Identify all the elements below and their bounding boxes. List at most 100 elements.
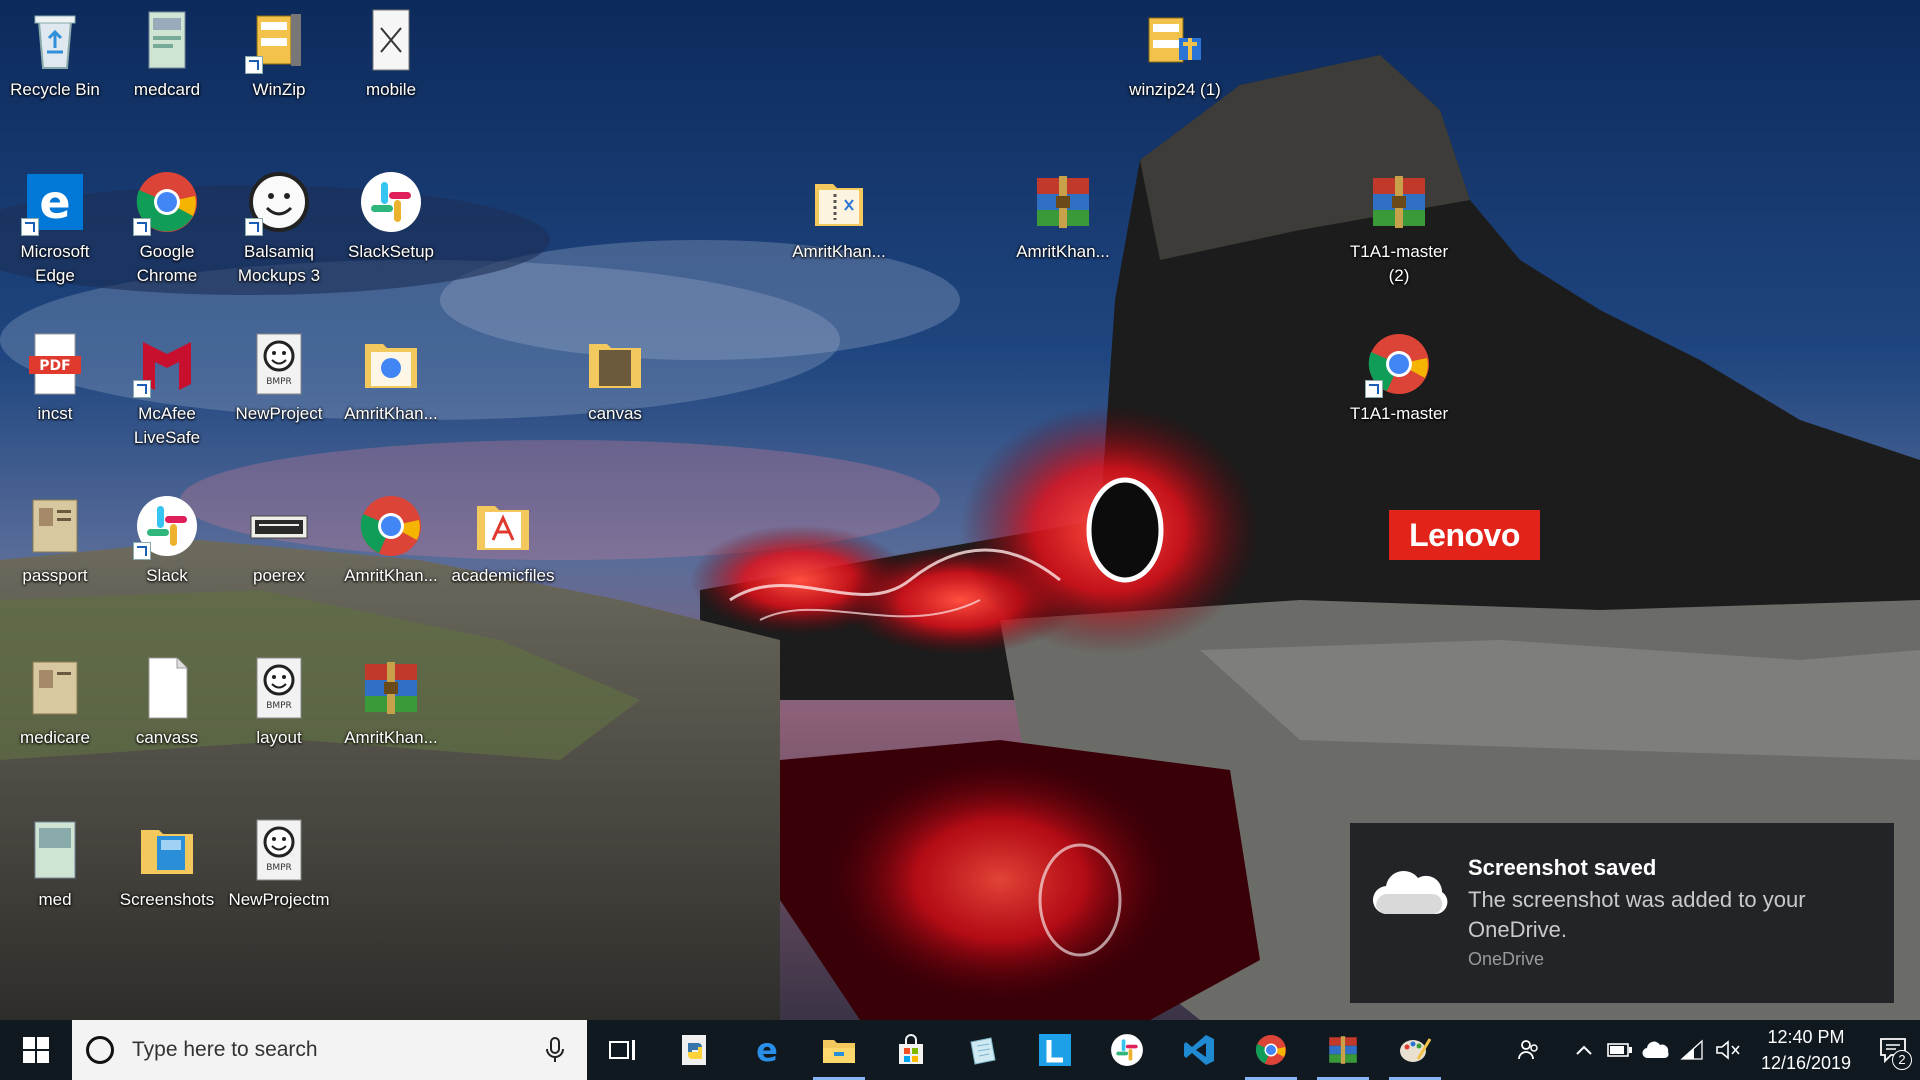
toast-app-name: OneDrive (1468, 949, 1545, 969)
search-placeholder: Type here to search (132, 1038, 318, 1061)
cortana-icon (86, 1036, 114, 1064)
paint-icon (1400, 1038, 1432, 1062)
folder-icon (583, 332, 647, 396)
desktop-icon-balsamiq[interactable]: Balsamiq Mockups 3 (224, 170, 334, 288)
task-view-button[interactable] (587, 1020, 659, 1080)
bmpr-file-icon: BMPR (247, 332, 311, 396)
python-icon (682, 1035, 706, 1065)
taskbar-file-explorer-button[interactable] (803, 1020, 875, 1080)
chrome-icon (1255, 1035, 1286, 1065)
desktop-icon-canvass[interactable]: canvass (112, 656, 222, 750)
desktop-icon-label: canvas (588, 404, 642, 423)
desktop-icon-t1a1-master[interactable]: T1A1-master (1344, 332, 1454, 426)
desktop-icon-label: SlackSetup (348, 242, 434, 261)
battery-icon[interactable] (1602, 1020, 1638, 1080)
image-file-icon (23, 494, 87, 558)
desktop-icon-mcafee[interactable]: McAfee LiveSafe (112, 332, 222, 450)
task-view-icon (609, 1040, 635, 1060)
pdf-file-icon: PDF (23, 332, 87, 396)
folder-icon (359, 332, 423, 396)
onedrive-toast-notification[interactable]: Screenshot saved The screenshot was adde… (1350, 823, 1894, 1003)
desktop-icon-label: Google Chrome (136, 242, 198, 285)
desktop-icon-label: AmritKhan... (1016, 242, 1110, 261)
desktop-icon-label: mobile (365, 80, 417, 99)
taskbar-python-button[interactable] (659, 1020, 731, 1080)
desktop-icon-slack[interactable]: Slack (112, 494, 222, 588)
windows-logo-icon (23, 1037, 49, 1063)
onedrive-cloud-icon[interactable] (1638, 1020, 1674, 1080)
desktop-icon-label: Slack (146, 566, 188, 585)
desktop-icon-newprojectm[interactable]: BMPR NewProjectm (224, 818, 334, 912)
bmpr-tag: BMPR (266, 863, 292, 873)
desktop-icon-academicfiles[interactable]: academicfiles (448, 494, 558, 588)
desktop-icon-screenshots[interactable]: Screenshots (112, 818, 222, 912)
wifi-icon[interactable] (1674, 1020, 1710, 1080)
desktop-icon-label: Microsoft Edge (20, 242, 90, 285)
onedrive-cloud-icon (1372, 868, 1448, 918)
desktop-icon-label: medicare (20, 728, 90, 747)
taskbar-search-box[interactable]: Type here to search (72, 1020, 587, 1080)
taskbar-store-button[interactable] (875, 1020, 947, 1080)
taskbar-vscode-button[interactable] (1163, 1020, 1235, 1080)
desktop-icon-medicare[interactable]: medicare (0, 656, 110, 750)
desktop-icon-incst[interactable]: PDF incst (0, 332, 110, 426)
taskbar-winrar-button[interactable] (1307, 1020, 1379, 1080)
desktop-icon-mobile[interactable]: mobile (336, 8, 446, 102)
desktop-icon-canvas-folder[interactable]: canvas (560, 332, 670, 426)
taskbar-edge-button[interactable]: e (731, 1020, 803, 1080)
toast-title: Screenshot saved (1468, 855, 1657, 880)
installer-icon (1143, 8, 1207, 72)
taskbar-lenovo-vantage-button[interactable] (1019, 1020, 1091, 1080)
desktop-icon-recycle-bin[interactable]: Recycle Bin (0, 8, 110, 102)
desktop-icon-label: Screenshots (119, 890, 215, 909)
desktop-icon-amritkhan-chrome[interactable]: AmritKhan... (336, 494, 446, 588)
desktop-icon-slacksetup[interactable]: SlackSetup (336, 170, 446, 264)
desktop-icon-amritkhan-rar-2[interactable]: AmritKhan... (336, 656, 446, 750)
svg-text:e: e (756, 1034, 778, 1066)
folder-icon (823, 1040, 855, 1063)
taskbar-notes-button[interactable] (947, 1020, 1019, 1080)
desktop-icon-amritkhan-folder[interactable]: AmritKhan... (336, 332, 446, 426)
desktop-icon-winzip[interactable]: WinZip (224, 8, 334, 102)
vscode-icon (1184, 1035, 1214, 1065)
chrome-icon (133, 170, 199, 236)
winrar-archive-icon (359, 656, 423, 720)
taskbar-paint-button[interactable] (1379, 1020, 1451, 1080)
lenovo-l-icon (1039, 1034, 1071, 1066)
zip-folder-icon (807, 170, 871, 234)
desktop-icon-google-chrome[interactable]: Google Chrome (112, 170, 222, 288)
people-icon[interactable] (1510, 1020, 1546, 1080)
desktop-icon-amritkhan-rar[interactable]: AmritKhan... (1008, 170, 1118, 264)
taskbar-chrome-button[interactable] (1235, 1020, 1307, 1080)
desktop-icon-med[interactable]: med (0, 818, 110, 912)
microphone-icon[interactable] (541, 1036, 569, 1064)
image-file-icon (135, 8, 199, 72)
clock[interactable]: 12:40 PM 12/16/2019 (1746, 1024, 1866, 1076)
desktop-icon-poerex[interactable]: poerex (224, 494, 334, 588)
action-center-button[interactable]: 2 (1866, 1020, 1920, 1080)
desktop-icon-label: WinZip (252, 80, 306, 99)
bmpr-file-icon: BMPR (247, 656, 311, 720)
edge-icon: e (21, 170, 87, 236)
desktop-icon-medcard[interactable]: medcard (112, 8, 222, 102)
desktop-icon-newproject[interactable]: BMPR NewProject (224, 332, 334, 426)
bmpr-tag: BMPR (266, 377, 292, 387)
desktop-icon-label: med (38, 890, 72, 909)
edge-icon: e (756, 1034, 778, 1066)
start-button[interactable] (0, 1020, 72, 1080)
taskbar-slack-button[interactable] (1091, 1020, 1163, 1080)
svg-text:e: e (39, 175, 70, 229)
bmpr-file-icon: BMPR (247, 818, 311, 882)
folder-icon (135, 818, 199, 882)
desktop-icon-label: McAfee LiveSafe (133, 404, 201, 447)
desktop-icon-amritkhan-zip-folder[interactable]: AmritKhan... (784, 170, 894, 264)
image-file-icon (23, 818, 87, 882)
show-hidden-icons-chevron-up-icon[interactable] (1566, 1020, 1602, 1080)
desktop-icon-microsoft-edge[interactable]: e Microsoft Edge (0, 170, 110, 288)
desktop-icon-t1a1-master-2[interactable]: T1A1-master (2) (1344, 170, 1454, 288)
desktop-icon-winzip24[interactable]: winzip24 (1) (1120, 8, 1230, 102)
desktop-icon-passport[interactable]: passport (0, 494, 110, 588)
desktop-icon-layout[interactable]: BMPR layout (224, 656, 334, 750)
volume-muted-icon[interactable] (1710, 1020, 1746, 1080)
desktop-icon-label: poerex (253, 566, 305, 585)
